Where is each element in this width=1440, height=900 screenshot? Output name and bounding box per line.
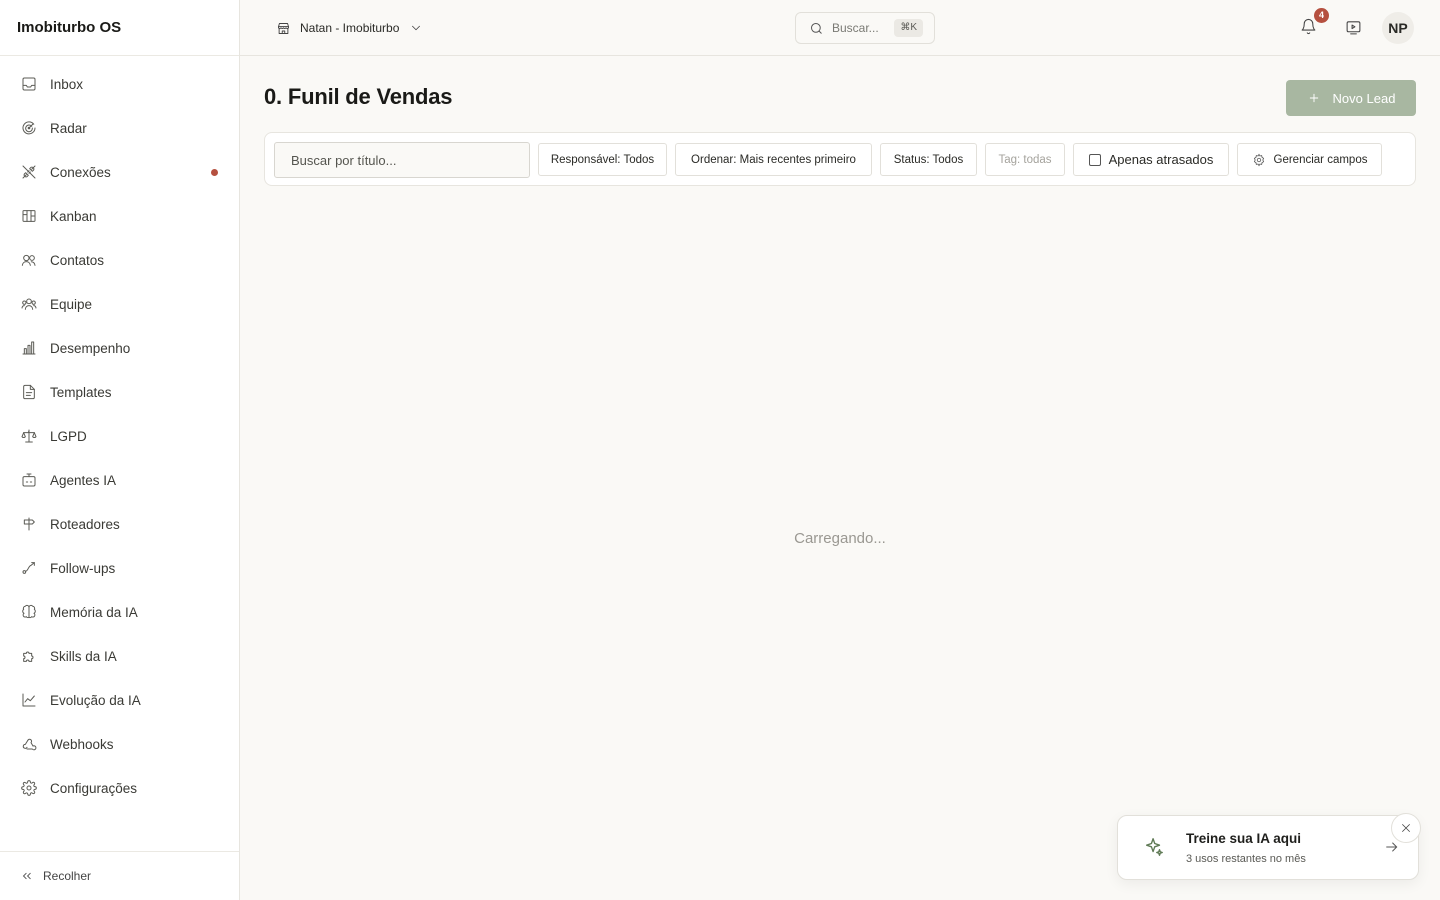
scale-icon [20,427,38,445]
workspace-selector[interactable]: Natan - Imobiturbo [276,18,423,38]
file-text-icon [20,383,38,401]
sidebar-item-label: Desempenho [50,340,131,356]
arrow-right-icon[interactable] [1384,839,1400,860]
status-filter[interactable]: Status: Todos [880,143,977,176]
sidebar-item-label: Evolução da IA [50,692,141,708]
notification-badge: 4 [1314,8,1329,23]
sparkles-icon [1143,836,1165,863]
sidebar-item-label: Roteadores [50,516,120,532]
filter-bar: Responsável: Todos Ordenar: Mais recente… [264,132,1416,186]
sidebar-item-label: Webhooks [50,736,114,752]
overdue-checkbox[interactable] [1088,153,1101,166]
sidebar-item-roteadores[interactable]: Roteadores [0,502,239,546]
topbar: Natan - Imobiturbo Buscar... ⌘K 4 NP [240,0,1440,56]
manage-fields-label: Gerenciar campos [1273,153,1368,166]
close-icon [1402,824,1410,832]
new-lead-button[interactable]: Novo Lead [1286,80,1416,116]
search-label: Buscar... [832,21,879,35]
global-search-button[interactable]: Buscar... ⌘K [795,12,935,44]
brain-icon [20,603,38,621]
sidebar-item-label: Follow-ups [50,560,116,576]
sidebar-item-radar[interactable]: Radar [0,106,239,150]
train-ai-title: Treine sua IA aqui [1186,831,1302,846]
bot-icon [20,471,38,489]
sidebar-item-equipe[interactable]: Equipe [0,282,239,326]
sidebar-item-label: Contatos [50,252,105,268]
page-title: 0. Funil de Vendas [264,84,453,109]
chevrons-left-icon [22,872,31,880]
sidebar-item-contatos[interactable]: Contatos [0,238,239,282]
webhook-icon [20,735,38,753]
avatar[interactable]: NP [1382,12,1414,44]
collapse-sidebar-button[interactable]: Recolher [0,851,239,900]
signpost-icon [20,515,38,533]
sidebar-item-label: Radar [50,120,87,136]
bell-icon [1301,18,1316,35]
sidebar-item-webhooks[interactable]: Webhooks [0,722,239,766]
train-ai-card[interactable]: Treine sua IA aqui 3 usos restantes no m… [1117,815,1419,880]
sidebar-item-label: Kanban [50,208,97,224]
close-toast-button[interactable] [1391,813,1421,843]
sidebar-item-label: LGPD [50,428,87,444]
search-icon [811,22,822,34]
team-icon [20,295,38,313]
sidebar-item-label: Memória da IA [50,604,138,620]
sidebar-item-kanban[interactable]: Kanban [0,194,239,238]
train-ai-subtitle: 3 usos restantes no mês [1186,853,1306,865]
chevron-down-icon [412,25,421,31]
plug-icon [20,163,38,181]
route-icon [20,559,38,577]
bar-chart-icon [20,339,38,357]
app-title: Imobiturbo OS [0,0,239,56]
sidebar-item-follow-ups[interactable]: Follow-ups [0,546,239,590]
gear-icon [20,779,38,797]
manage-fields-button[interactable]: Gerenciar campos [1237,143,1382,176]
gear-icon [1253,153,1264,166]
sort-filter[interactable]: Ordenar: Mais recentes primeiro [675,143,872,176]
radar-icon [20,119,38,137]
workspace-name: Natan - Imobiturbo [300,21,400,35]
tag-filter[interactable]: Tag: todas [985,143,1065,176]
responsible-filter[interactable]: Responsável: Todos [538,143,667,176]
sidebar: Imobiturbo OS Inbox Radar Conexões Kanba… [0,0,240,900]
sidebar-item-skills-ia[interactable]: Skills da IA [0,634,239,678]
search-shortcut: ⌘K [894,19,923,37]
sidebar-item-label: Agentes IA [50,472,117,488]
overdue-only-toggle[interactable]: Apenas atrasados [1073,143,1229,176]
sidebar-item-inbox[interactable]: Inbox [0,62,239,106]
sidebar-item-label: Conexões [50,164,111,180]
kanban-icon [20,207,38,225]
sidebar-item-lgpd[interactable]: LGPD [0,414,239,458]
sidebar-item-configuracoes[interactable]: Configurações [0,766,239,810]
line-chart-icon [20,691,38,709]
sidebar-item-label: Templates [50,384,112,400]
sidebar-nav: Inbox Radar Conexões Kanban Contatos Equ… [0,56,239,810]
screen-play-icon [1346,21,1361,35]
sidebar-item-conexoes[interactable]: Conexões [0,150,239,194]
sidebar-item-templates[interactable]: Templates [0,370,239,414]
plus-icon [1309,93,1318,103]
sidebar-item-label: Configurações [50,780,138,796]
store-icon [278,22,289,34]
inbox-icon [20,75,38,93]
sidebar-item-desempenho[interactable]: Desempenho [0,326,239,370]
sidebar-item-memoria-ia[interactable]: Memória da IA [0,590,239,634]
sidebar-item-label: Skills da IA [50,648,117,664]
alert-dot [211,169,218,176]
collapse-label: Recolher [43,869,92,883]
overdue-label: Apenas atrasados [1108,152,1214,167]
video-button[interactable] [1345,19,1365,39]
title-search-input[interactable] [274,142,530,178]
sidebar-item-agentes-ia[interactable]: Agentes IA [0,458,239,502]
new-lead-label: Novo Lead [1332,90,1396,106]
puzzle-icon [20,647,38,665]
sidebar-item-evolucao-ia[interactable]: Evolução da IA [0,678,239,722]
contacts-icon [20,251,38,269]
sidebar-item-label: Equipe [50,296,93,312]
loading-text: Carregando... [794,530,886,547]
sidebar-item-label: Inbox [50,76,84,92]
